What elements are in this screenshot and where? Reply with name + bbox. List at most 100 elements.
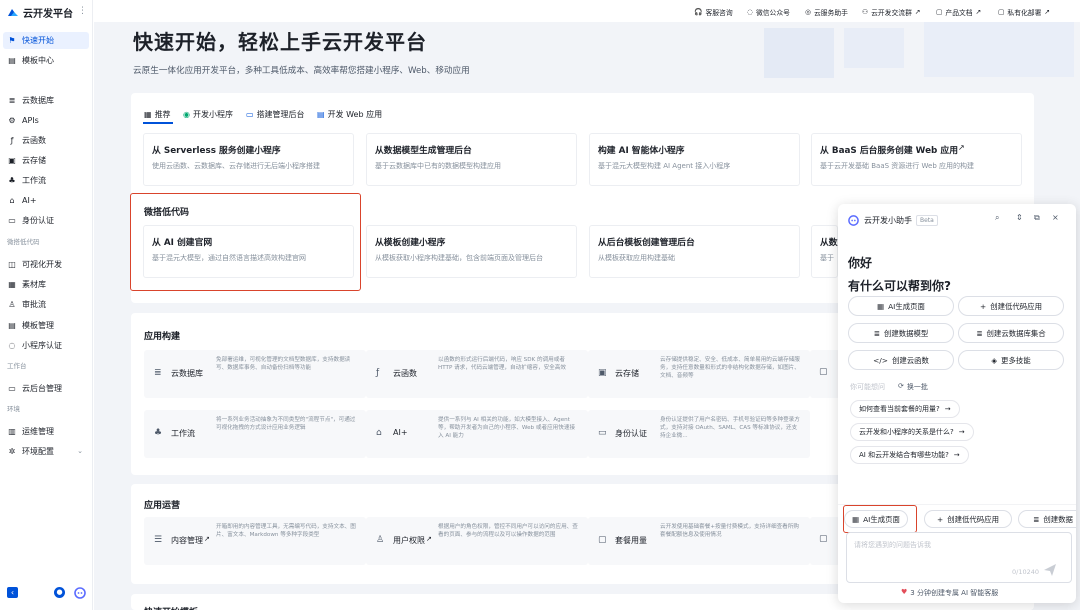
message-input[interactable]: 请将您遇到的问题告诉我 0/10240	[846, 532, 1072, 583]
sidebar-item-9[interactable]: ◫ 可视化开发	[3, 256, 89, 273]
quickstart-card[interactable]: 从数据模型生成管理后台 基于云数据库中已有的数据模型构建应用	[366, 133, 577, 186]
sidebar-item-1[interactable]: ▤ 模板中心	[3, 52, 89, 69]
feature-card[interactable]: ⌂ AI+ 提供一系列与 AI 相关的功能，如大模型接入、Agent 等，帮助开发者…	[366, 410, 588, 458]
feature-description: 将一系列业务活动抽象为不同类型的"流程节点"，可通过可视化拖拽的方式设计应用业务…	[216, 417, 356, 431]
assistant-action-button[interactable]: ≣ 创建数据模型	[848, 323, 954, 343]
partial-icon: ▢	[819, 367, 828, 377]
suggested-question[interactable]: 云开发和小程序的关系是什么? →	[850, 423, 974, 441]
feature-card[interactable]: ♙ 用户权限 ↗ 根据用户的角色权限，管控不同用户可以访问的应用、查看的页面、参与的流…	[366, 517, 588, 565]
grid-icon: ▦	[144, 110, 152, 119]
toplink-private-deploy[interactable]: ▢ 私有化部署 ↗	[998, 7, 1050, 17]
sidebar-item-2[interactable]: ≣ 云数据库	[3, 92, 89, 109]
gear-icon: ✲	[8, 447, 16, 456]
footer-link[interactable]: ♥ 3 分钟创建专属 AI 智能客服	[901, 588, 998, 598]
code-icon: </>	[873, 355, 888, 365]
sidebar-item-8[interactable]: ▭ 身份认证	[3, 212, 89, 229]
sidebar-item-3[interactable]: ⚙ APIs	[3, 112, 89, 129]
monitor-icon: ▭	[8, 384, 16, 393]
toplink-support[interactable]: 🎧 客服咨询	[694, 7, 733, 17]
tab-admin[interactable]: ▭ 搭建管理后台	[246, 109, 305, 120]
document-icon: ▢	[936, 8, 943, 16]
feature-description: 身份认证提供了用户名密码、手机号验证码等多种登录方式，支持对接 OAuth、SA…	[660, 417, 800, 439]
flag-icon: ⚑	[8, 36, 16, 45]
quickstart-card[interactable]: 从后台模板创建管理后台 从模板获取应用构建基础	[589, 225, 800, 278]
id-card-icon: ▭	[598, 428, 607, 438]
quickstart-card[interactable]: 从模板创建小程序 从模板获取小程序构建基础，包含前端页面及管理后台	[366, 225, 577, 278]
feature-card-partial[interactable]: ▢	[810, 350, 840, 398]
miniprogram-icon: ◌	[8, 341, 16, 350]
more-vertical-icon[interactable]: ⋮	[78, 6, 87, 16]
toplink-community[interactable]: ⚇ 云开发交流群 ↗	[862, 7, 921, 17]
sidebar-item-label: 云函数	[22, 136, 46, 145]
open-window-icon[interactable]: ⧉	[1034, 213, 1040, 223]
tab-recommend[interactable]: ▦ 推荐	[144, 109, 171, 120]
visual-dev-icon: ◫	[8, 260, 16, 269]
assistant-action-button[interactable]: + 创建低代码应用	[958, 296, 1064, 316]
sidebar-item-7[interactable]: ⌂ AI+	[3, 192, 89, 209]
expand-icon[interactable]: ⇕	[1016, 213, 1023, 222]
sidebar-item-13[interactable]: ◌ 小程序认证	[3, 337, 89, 354]
quickstart-card[interactable]: 从 BaaS 后台服务创建 Web 应用 基于云开发基础 BaaS 资源进行 We…	[811, 133, 1022, 186]
sidebar-item-15[interactable]: ▥ 运维管理	[3, 423, 89, 440]
suggested-question[interactable]: 如何查看当前套餐的用量? →	[850, 400, 960, 418]
feature-name: 云函数	[393, 369, 417, 378]
template-manage-icon: ▤	[8, 321, 16, 330]
section-ops: 应用运营	[144, 501, 181, 511]
card-description: 基于云开发基础 BaaS 资源进行 Web 应用的构建	[820, 162, 974, 170]
sidebar-item-12[interactable]: ▤ 模板管理	[3, 317, 89, 334]
search-icon[interactable]: ⌕	[995, 213, 999, 223]
suggested-question[interactable]: AI 和云开发结合有哪些功能? →	[850, 446, 969, 464]
tab-active-indicator	[143, 122, 173, 124]
feature-card[interactable]: ▢ 套餐用量 云开发使用基础套餐+按量付费模式，支持详细查看所购套餐配额信息及使用情…	[588, 517, 810, 565]
plus-icon: +	[980, 301, 987, 311]
feature-card[interactable]: ♣ 工作流 将一系列业务活动抽象为不同类型的"流程节点"，可通过可视化拖拽的方式设计…	[144, 410, 366, 458]
refresh-button[interactable]: ⟳ 换一批	[898, 382, 928, 392]
sidebar-item-4[interactable]: ƒ 云函数	[3, 132, 89, 149]
user-avatar-icon[interactable]: ●	[54, 587, 65, 598]
wechat-icon: ◌	[747, 8, 753, 16]
document-icon: ▢	[998, 8, 1005, 16]
toplink-service-assistant[interactable]: ◎ 云服务助手	[805, 7, 848, 17]
sidebar-item-0[interactable]: ⚑ 快速开始	[3, 32, 89, 49]
quickstart-card[interactable]: 从数 基于	[811, 225, 838, 278]
toplink-wechat[interactable]: ◌ 微信公众号	[747, 7, 790, 17]
sidebar-item-16[interactable]: ✲ 环境配置 ⌄	[3, 443, 89, 460]
sidebar-item-11[interactable]: ♙ 审批流	[3, 296, 89, 313]
tab-web[interactable]: ▤ 开发 Web 应用	[317, 109, 382, 120]
sidebar-item-label: 模板管理	[22, 321, 54, 330]
send-icon[interactable]	[1043, 563, 1057, 577]
sidebar-item-10[interactable]: ▦ 素材库	[3, 276, 89, 293]
workflow-icon: ♣	[8, 176, 16, 185]
section-templates: 快速开始模板	[144, 605, 198, 610]
close-icon[interactable]: ×	[1052, 213, 1059, 222]
feature-card-partial[interactable]: ▢	[810, 517, 840, 565]
quick-action-chip[interactable]: + 创建低代码应用	[924, 510, 1012, 528]
tab-miniprogram[interactable]: ◉ 开发小程序	[183, 109, 233, 120]
feature-card[interactable]: ☰ 内容管理 ↗ 开箱即用的内容管理工具，无需编写代码，支持文本、图片、富文本、Mar…	[144, 517, 366, 565]
sidebar-item-6[interactable]: ♣ 工作流	[3, 172, 89, 189]
assistant-logo-icon[interactable]	[74, 587, 86, 599]
assistant-action-button[interactable]: ◈ 更多技能	[958, 350, 1064, 370]
quickstart-card[interactable]: 构建 AI 智能体小程序 基于混元大模型构建 AI Agent 接入小程序	[589, 133, 800, 186]
toplink-docs[interactable]: ▢ 产品文档 ↗	[936, 7, 981, 17]
assistant-action-button[interactable]: </> 创建云函数	[848, 350, 954, 370]
sidebar-item-label: 可视化开发	[22, 260, 62, 269]
card-description: 从模板获取小程序构建基础，包含前端页面及管理后台	[375, 254, 543, 262]
feature-card[interactable]: ▣ 云存储 云存储提供稳定、安全、低成本、简单易用的云端存储服务，支持任意数量和形式…	[588, 350, 810, 398]
sidebar-item-14[interactable]: ▭ 云后台管理	[3, 380, 89, 397]
feature-description: 开箱即用的内容管理工具，无需编写代码，支持文本、图片、富文本、Markdown …	[216, 524, 356, 538]
action-label: AI生成页面	[888, 301, 925, 311]
sidebar-item-5[interactable]: ▣ 云存储	[3, 152, 89, 169]
assistant-action-button[interactable]: ▦ AI生成页面	[848, 296, 954, 316]
brand: 云开发平台	[6, 4, 73, 20]
feature-card[interactable]: ≣ 云数据库 免部署运维，可视化管理的文档型数据库，支持数据读写、数据库事务、自动备…	[144, 350, 366, 398]
collapse-sidebar-icon[interactable]: ‹	[7, 587, 18, 598]
feature-card[interactable]: ▭ 身份认证 身份认证提供了用户名密码、手机号验证码等多种登录方式，支持对接 OAu…	[588, 410, 810, 458]
card-description: 使用云函数、云数据库、云存储进行无后端小程序搭建	[152, 162, 320, 170]
quickstart-card[interactable]: 从 Serverless 服务创建小程序 使用云函数、云数据库、云存储进行无后端小…	[143, 133, 354, 186]
feature-card[interactable]: ƒ 云函数 以函数的形式运行后端代码，响应 SDK 的调用或者 HTTP 请求，代码…	[366, 350, 588, 398]
assistant-icon: ◎	[805, 8, 811, 16]
quick-action-chip[interactable]: ≣ 创建数据	[1018, 510, 1076, 528]
assistant-action-button[interactable]: ≣ 创建云数据库集合	[958, 323, 1064, 343]
database-icon: ≣	[873, 328, 880, 338]
